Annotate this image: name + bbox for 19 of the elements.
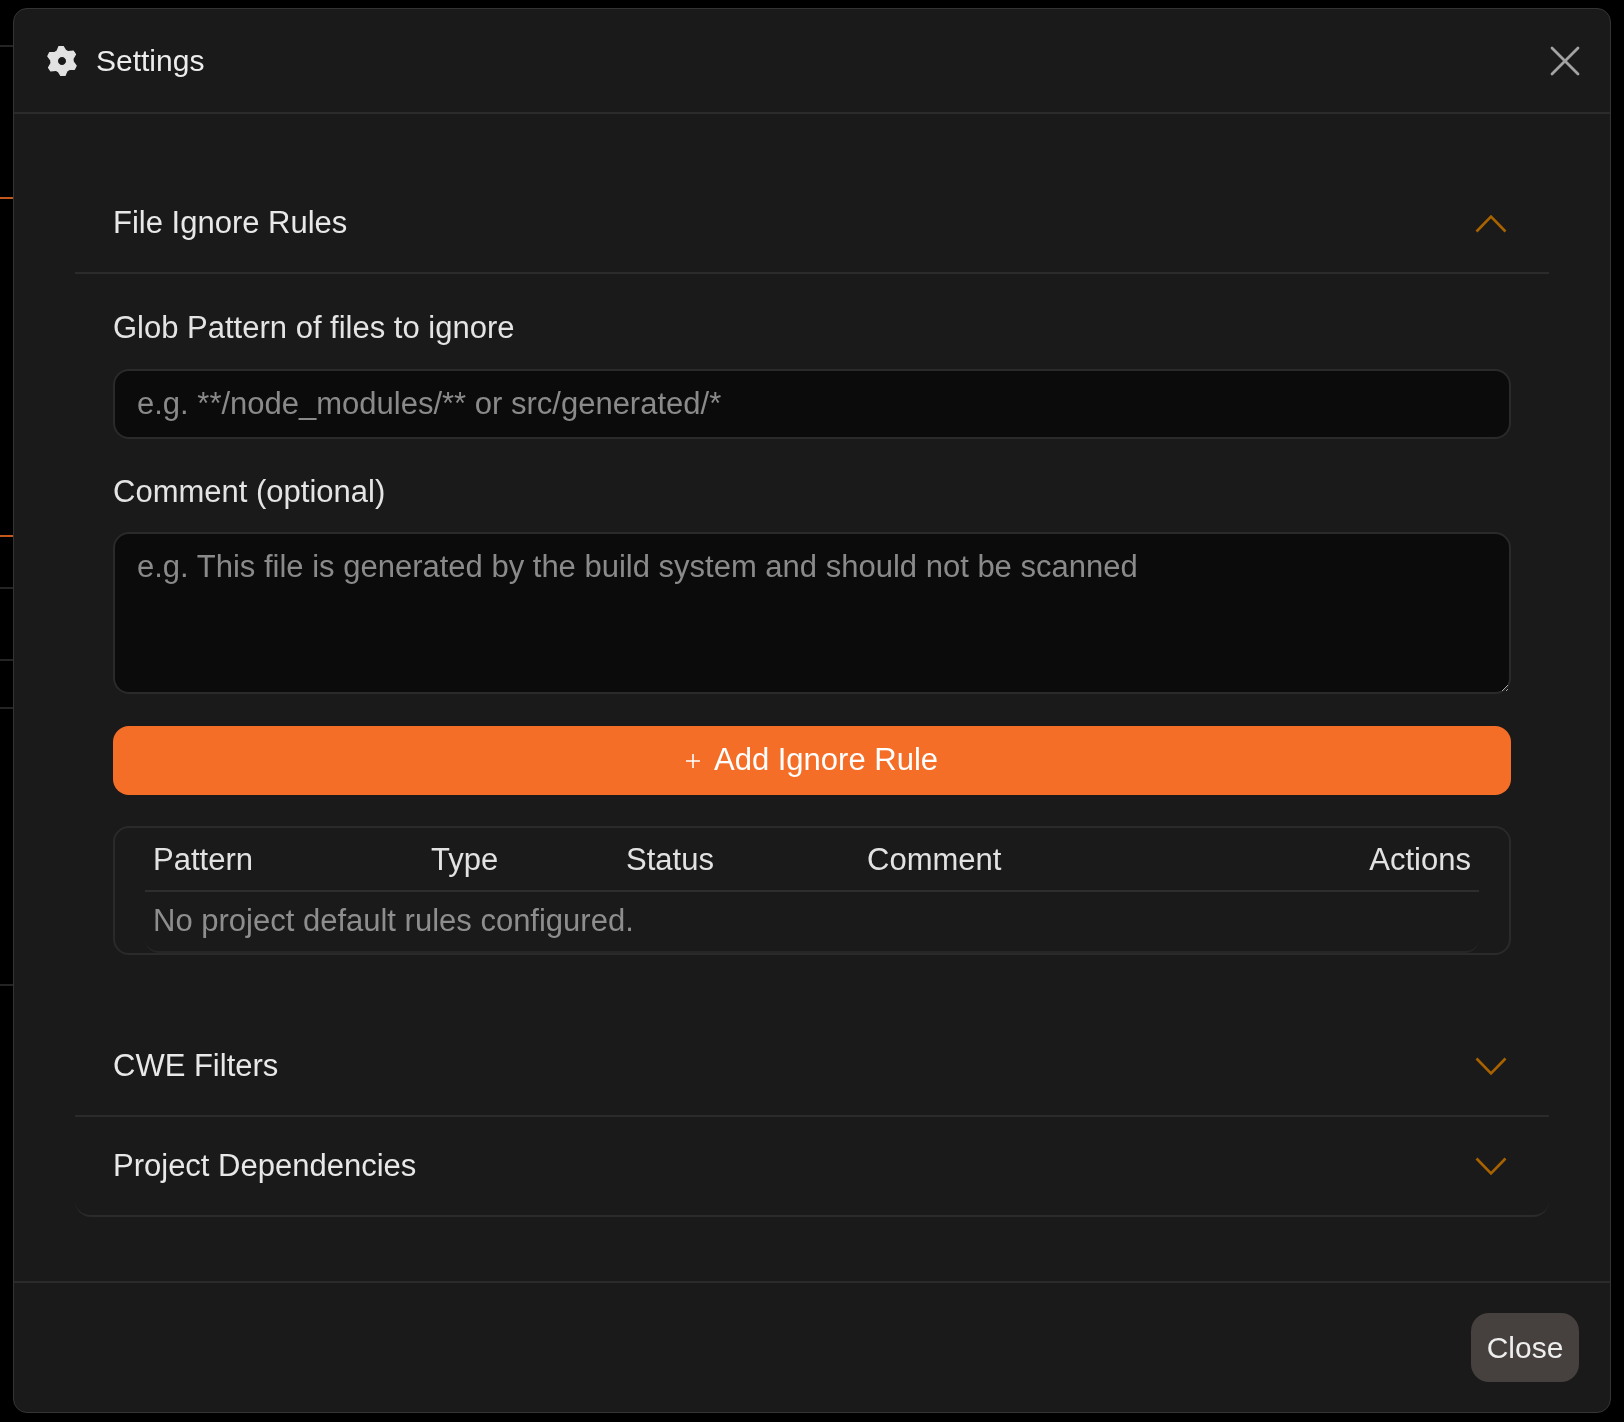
input-field[interactable]: e.g. **/node_modules/** or src/generated/* — [113, 369, 1511, 439]
textarea-field[interactable]: e.g. This file is generated by the build system and should not be scanned — [113, 532, 1511, 694]
column-header: Comment — [859, 828, 1299, 891]
section-header[interactable]: Project Dependencies — [75, 1117, 1549, 1217]
plus-icon — [685, 753, 700, 768]
column-header: Type — [423, 828, 618, 891]
close-button[interactable] — [1550, 45, 1580, 76]
section-header[interactable]: File Ignore Rules — [75, 174, 1549, 274]
dialog-title: Settings — [96, 42, 205, 79]
empty-message: No project default rules configured. — [145, 891, 1479, 951]
column-header: Pattern — [145, 828, 423, 891]
field-label: Glob Pattern of files to ignore — [113, 310, 515, 346]
close-icon — [1550, 45, 1580, 76]
field-label: Comment (optional) — [113, 474, 386, 510]
section-header[interactable]: CWE Filters — [75, 1017, 1549, 1117]
column-header: Status — [618, 828, 859, 891]
dialog-close-button[interactable]: Close — [1471, 1313, 1579, 1382]
column-header: Actions — [1299, 828, 1479, 891]
gear-icon — [47, 45, 77, 76]
